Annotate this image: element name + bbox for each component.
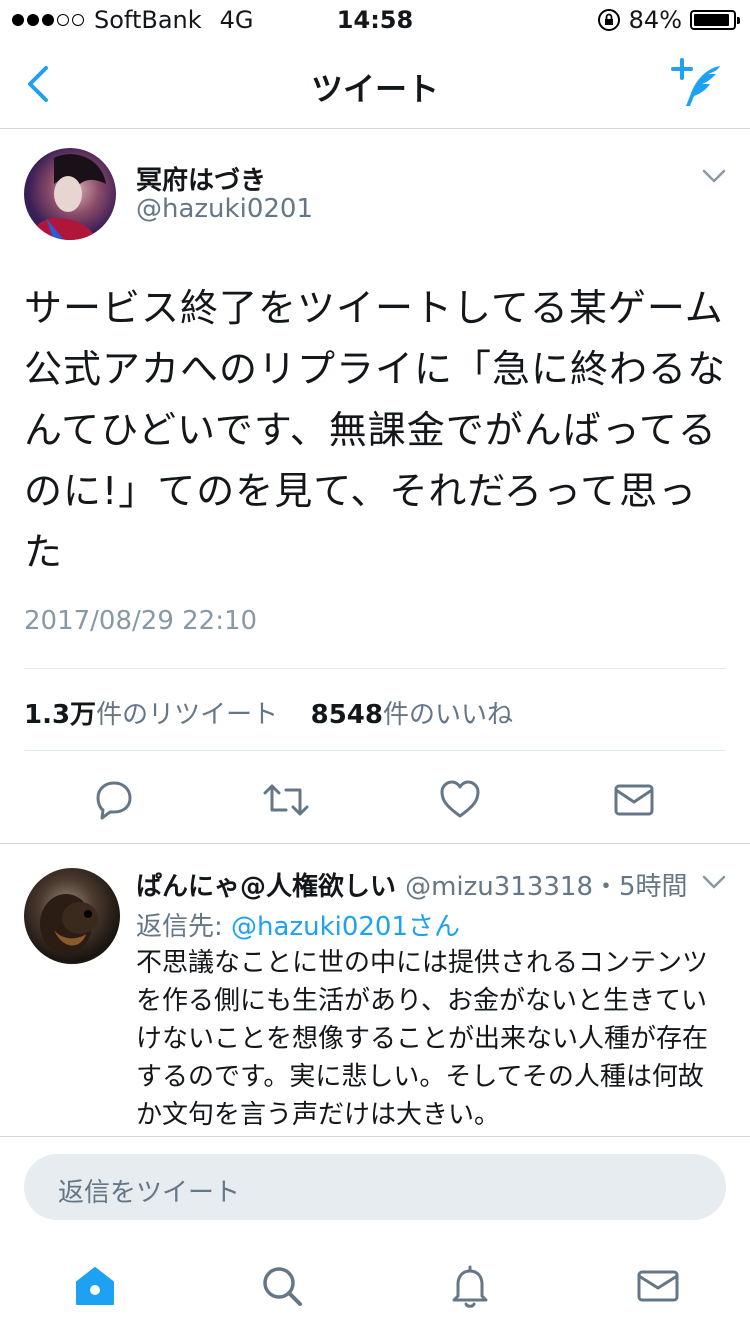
reply-to-label: 返信先:: [136, 912, 232, 942]
avatar-image: [34, 154, 106, 240]
messages-icon: [637, 1270, 679, 1302]
tab-notifications[interactable]: [446, 1262, 494, 1310]
navigation-bar: ツイート: [0, 40, 750, 129]
avatar[interactable]: [24, 148, 116, 240]
status-right: 84%: [597, 6, 740, 34]
envelope-icon: [614, 784, 654, 816]
retweet-icon: [263, 784, 309, 816]
tab-messages[interactable]: [634, 1262, 682, 1310]
reply-author[interactable]: ぱんにゃ@人権欲しい @mizu313318・5時間: [136, 866, 688, 903]
chevron-down-icon: [702, 169, 726, 183]
reply-input[interactable]: 返信をツイート: [24, 1154, 726, 1220]
chevron-down-icon: [702, 875, 726, 889]
retweet-button[interactable]: [262, 778, 309, 822]
reply-icon: [96, 781, 132, 820]
reply-input-placeholder: 返信をツイート: [58, 1178, 241, 1208]
home-icon: [76, 1267, 114, 1305]
compose-tweet-icon: [671, 58, 720, 106]
search-icon: [263, 1267, 302, 1306]
like-button[interactable]: [438, 778, 482, 822]
tab-search[interactable]: [258, 1262, 306, 1310]
section-divider: [0, 1136, 750, 1137]
reply-text: 不思議なことに世の中には提供されるコンテンツを作る側にも生活があり、お金がないと…: [136, 948, 709, 1130]
retweet-count[interactable]: 1.3万件のリツイート: [24, 700, 278, 730]
notifications-icon: [452, 1265, 488, 1308]
tweet-menu-button[interactable]: [702, 168, 726, 188]
like-count[interactable]: 8548件のいいね: [311, 700, 513, 730]
reply-author-handle[interactable]: @mizu313318: [405, 872, 593, 902]
tweet-text: サービス終了をツイートしてる某ゲーム公式アカへのリプライに「急に終わるなんてひど…: [24, 286, 727, 574]
reply-to-link[interactable]: @hazuki0201さん: [231, 912, 460, 942]
heart-icon: [440, 780, 480, 818]
battery-percent: 84%: [628, 6, 682, 34]
avatar-image: [40, 894, 98, 954]
tweet-author-handle[interactable]: @hazuki0201: [136, 194, 313, 224]
share-button[interactable]: [612, 778, 656, 822]
reply-time: ・5時間: [593, 872, 688, 902]
reply-button[interactable]: [92, 778, 136, 822]
tweet-actions: [24, 768, 726, 830]
compose-tweet-button[interactable]: [670, 56, 726, 116]
reply-author-name[interactable]: ぱんにゃ@人権欲しい: [136, 872, 396, 902]
page-title: ツイート: [310, 70, 439, 108]
tab-home[interactable]: [71, 1262, 119, 1310]
tab-bar: [0, 1244, 750, 1334]
avatar[interactable]: [24, 868, 120, 964]
tweet-author-name[interactable]: 冥府はづき: [136, 160, 266, 197]
status-bar: SoftBank 4G 14:58 84%: [0, 0, 750, 40]
section-divider: [0, 843, 750, 844]
divider: [24, 750, 726, 751]
reply-menu-button[interactable]: [702, 874, 726, 894]
tweet-timestamp: 2017/08/29 22:10: [24, 606, 258, 636]
battery-icon: [690, 10, 740, 30]
reply-to-line: 返信先: @hazuki0201さん: [136, 906, 460, 943]
tweet-stats: 1.3万件のリツイート 8548件のいいね: [24, 694, 513, 731]
orientation-lock-icon: [597, 9, 620, 31]
divider: [24, 668, 726, 669]
